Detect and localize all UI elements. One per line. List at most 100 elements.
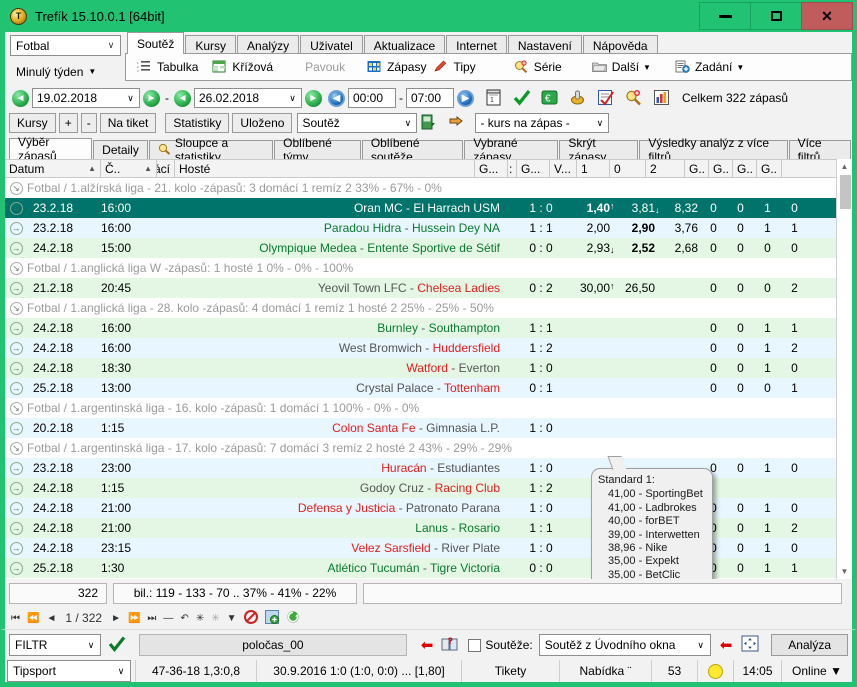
column-header-g4[interactable]: G.. (709, 160, 733, 177)
table-row[interactable]: → 23.2.18 16:00 Oran MC - El Harrach USM 1 :… (5, 198, 852, 218)
active-filter-name[interactable]: poločas_00 (139, 634, 407, 656)
tab-internet[interactable]: Internet (446, 35, 507, 55)
statistiky-button[interactable]: Statistiky (165, 113, 230, 133)
popup-odds-entry[interactable]: 38,96 - Nike (596, 542, 707, 555)
period-button[interactable]: Minulý týden ▼ (10, 61, 121, 82)
plus-button[interactable]: + (58, 113, 78, 133)
coin-icon[interactable] (569, 89, 588, 108)
close-button[interactable]: ✕ (801, 2, 853, 30)
tab-soutez[interactable]: Soutěž (127, 32, 185, 54)
minimize-button[interactable] (699, 2, 751, 30)
filter-select[interactable]: FILTR ∨ (9, 634, 101, 656)
row-expand-icon[interactable]: → (5, 281, 27, 295)
cell-odds-2[interactable]: 8,32 (662, 201, 700, 215)
tab-analyzy[interactable]: Analýzy (237, 35, 300, 55)
popup-odds-entry[interactable]: 35,00 - BetClic (596, 569, 707, 579)
subtab-vybrane-zapasy[interactable]: Vybrané zápasy (464, 136, 559, 164)
column-header-0[interactable]: 0 (610, 160, 646, 177)
status-online[interactable]: Online ▼ (782, 660, 852, 682)
subtab-sloupce-a-statistiky[interactable]: Sloupce a statistiky (148, 136, 274, 164)
row-expand-icon[interactable]: → (5, 341, 27, 355)
check-icon[interactable] (108, 636, 126, 655)
column-header-g2[interactable]: G... (517, 160, 550, 177)
ribbon-tipy[interactable]: Tipy (433, 55, 482, 79)
time-from-button[interactable]: ◀ (328, 89, 345, 107)
add-filter-icon[interactable] (264, 609, 279, 627)
column-header-g6[interactable]: G.. (757, 160, 782, 177)
column-header-v[interactable]: V... (550, 160, 577, 177)
table-row[interactable]: → 24.2.18 16:00 Burnley - Southampton 1 : 1 0… (5, 318, 852, 338)
scroll-up-button[interactable]: ▲ (837, 159, 852, 174)
cell-odds-1[interactable]: 30,00 (572, 281, 610, 295)
table-row[interactable]: → 23.2.18 16:00 Paradou Hidra - Hussein Dey… (5, 218, 852, 238)
row-expand-icon[interactable]: → (5, 481, 27, 495)
cell-odds-1[interactable]: 1,40 (572, 201, 610, 215)
group-header-row[interactable]: ↘ Fotbal / 1.anglická liga - 28. kolo -zá… (5, 298, 852, 318)
row-expand-icon[interactable]: → (5, 221, 27, 235)
odds-popup[interactable]: Standard 1: 41,00 - SportingBet 41,00 - L… (591, 456, 713, 579)
expand-icon[interactable]: ↘ (5, 401, 27, 415)
table-row[interactable]: → 23.2.18 23:00 Huracán - Estudiantes 1 : 0 0… (5, 458, 852, 478)
table-row[interactable]: → 20.2.18 1:15 Colon Santa Fe - Gimnasia L.… (5, 418, 852, 438)
table-row[interactable]: → 24.2.18 18:30 Watford - Everton 1 : 0 0 0 1 0 (5, 358, 852, 378)
popup-odds-entry[interactable]: 35,00 - Expekt (596, 555, 707, 568)
table-row[interactable]: → 21.2.18 20:45 Yeovil Town LFC - Chelsea L… (5, 278, 852, 298)
column-header-cislo[interactable]: Č.. ▲ (101, 160, 157, 177)
tab-nastaveni[interactable]: Nastavení (507, 35, 582, 55)
cell-odds-2[interactable]: 3,76 (662, 221, 700, 235)
table-row[interactable]: → 24.2.18 21:00 Defensa y Justicia - Patron… (5, 498, 852, 518)
subtab-vysledky-analyz[interactable]: Výsledky analýz z více filtrů (639, 136, 788, 164)
row-expand-icon[interactable]: → (5, 541, 27, 555)
cell-odds-0[interactable]: 2,52 (617, 241, 655, 255)
chart-icon[interactable] (653, 89, 672, 108)
column-header-hoste[interactable]: Hosté (175, 160, 475, 177)
no-entry-icon[interactable] (243, 609, 258, 627)
group-header-row[interactable]: ↘ Fotbal / 1.anglická liga W -zápasů: 1 h… (5, 258, 852, 278)
kursy-button[interactable]: Kursy (9, 113, 56, 133)
group-header-row[interactable]: ↘ Fotbal / 1.alžírská liga - 21. kolo -zá… (5, 178, 852, 198)
nav-prev-button[interactable]: ◄ (46, 613, 56, 624)
ribbon-pavouk[interactable]: Pavouk (298, 55, 352, 79)
expand-icon[interactable]: ↘ (5, 261, 27, 275)
souteze-checkbox-group[interactable]: Soutěže: (468, 638, 533, 652)
column-header-colon[interactable]: : (508, 160, 517, 177)
subtab-oblibene-tymy[interactable]: Oblíbené týmy (274, 136, 361, 164)
popup-odds-entry[interactable]: 39,00 - Interwetten (596, 529, 707, 542)
nav-prev-page-button[interactable]: ⏪ (27, 613, 39, 624)
subtab-vice-filtru[interactable]: Více filtrů (788, 136, 851, 164)
check-icon[interactable] (513, 89, 532, 108)
table-row[interactable]: → 25.2.18 1:30 Atlético Tucumán - Tigre Vic… (5, 558, 852, 578)
popup-odds-entry[interactable]: 41,00 - SportingBet (596, 488, 707, 501)
group-header-row[interactable]: ↘ Fotbal / 1.argentinská liga - 16. kolo … (5, 398, 852, 418)
column-header-g1[interactable]: G... (475, 160, 508, 177)
cell-odds-0[interactable]: 3,81 (617, 201, 655, 215)
scroll-down-button[interactable]: ▼ (837, 564, 852, 579)
bookmaker-select[interactable]: Tipsport ∨ (7, 660, 131, 682)
date-to-input[interactable]: 26.02.2018 ∨ (194, 88, 302, 108)
expand-icon[interactable]: ↘ (5, 441, 27, 455)
time-to-input[interactable]: 07:00 (406, 88, 454, 108)
maximize-button[interactable] (750, 2, 802, 30)
row-expand-icon[interactable]: → (5, 501, 27, 515)
subtab-detaily[interactable]: Detaily (93, 140, 148, 159)
nav-next-button[interactable]: ► (111, 613, 121, 624)
table-row[interactable]: → 25.2.18 13:00 Crystal Palace - Tottenham 0… (5, 378, 852, 398)
popup-odds-entry[interactable]: 40,00 - forBET (596, 515, 707, 528)
column-header-g3[interactable]: G.. (685, 160, 709, 177)
red-left-arrow-icon[interactable]: ⬅ (720, 638, 733, 653)
book-help-icon[interactable]: ? (441, 635, 459, 655)
ribbon-tabulka[interactable]: 123 Tabulka (130, 55, 205, 79)
na-tiket-button[interactable]: Na tiket (99, 113, 157, 133)
table-row[interactable]: → 24.2.18 16:00 West Bromwich - Huddersfiel… (5, 338, 852, 358)
group-select[interactable]: Soutěž ∨ (297, 113, 418, 133)
date-from-prev-button[interactable]: ◄ (12, 89, 29, 107)
move-icon[interactable] (741, 635, 759, 655)
ribbon-serie[interactable]: Série (507, 55, 569, 79)
grid-vertical-scrollbar[interactable]: ▲ ▼ (836, 159, 852, 579)
nav-filter-button[interactable]: ▼ (227, 613, 237, 624)
date-from-input[interactable]: 19.02.2018 ∨ (32, 88, 140, 108)
row-expand-icon[interactable]: → (5, 201, 27, 215)
row-expand-icon[interactable]: → (5, 461, 27, 475)
row-expand-icon[interactable]: → (5, 241, 27, 255)
date-from-next-button[interactable]: ► (143, 89, 160, 107)
